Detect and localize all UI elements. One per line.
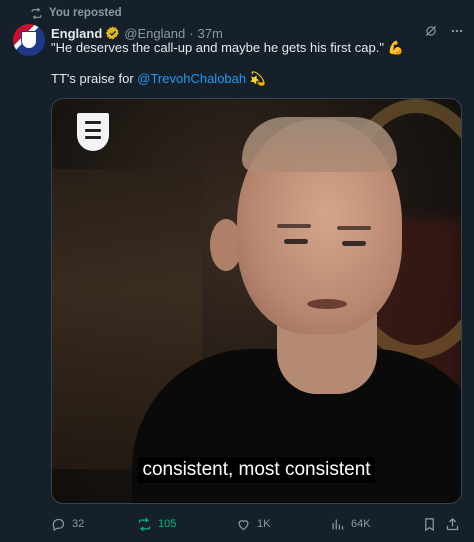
video-player[interactable]: consistent, most consistent (51, 98, 462, 504)
repost-button[interactable]: 105 (137, 517, 176, 532)
person-eye-right (342, 241, 366, 246)
person-brow-right (337, 226, 371, 230)
share-button[interactable] (445, 517, 460, 532)
tweet-card[interactable]: You reposted England @England · 37m "He … (0, 0, 474, 542)
person-brow-left (277, 224, 311, 228)
reply-count: 32 (72, 518, 85, 530)
reply-button[interactable]: 32 (51, 517, 84, 532)
lion-mark (85, 121, 101, 125)
more-options-icon[interactable] (450, 24, 464, 38)
person-eye-left (284, 239, 308, 244)
repost-banner-text: You reposted (49, 7, 122, 19)
heart-icon (238, 519, 249, 530)
repost-icon (138, 517, 151, 531)
repost-icon (31, 7, 42, 19)
avatar[interactable] (13, 24, 45, 56)
person-hair (242, 117, 397, 172)
bookmark-button[interactable] (422, 517, 437, 532)
grok-icon[interactable] (424, 24, 438, 38)
lion-mark (85, 135, 101, 139)
author-handle[interactable]: @England (124, 26, 185, 41)
views-button[interactable]: 64K (330, 517, 371, 532)
tweet-text-prefix: TT's praise for (51, 71, 138, 86)
bookmark-icon (425, 517, 434, 531)
england-crest-icon (77, 113, 109, 151)
reply-icon (52, 518, 65, 531)
tweet-text-suffix: 💫 (246, 71, 266, 86)
analytics-icon (332, 519, 344, 529)
repost-banner: You reposted (30, 5, 122, 21)
person-mouth (307, 299, 347, 309)
verified-badge-icon (106, 26, 120, 40)
like-button[interactable]: 1K (236, 517, 270, 532)
tweet-text-line-1: "He deserves the call-up and maybe he ge… (51, 40, 404, 55)
video-caption: consistent, most consistent (52, 457, 461, 483)
repost-count: 105 (158, 518, 177, 530)
view-count: 64K (351, 518, 371, 530)
england-crest-icon (21, 31, 37, 49)
share-icon (446, 517, 459, 530)
mention-link[interactable]: @TrevohChalobah (137, 71, 246, 86)
author-name[interactable]: England (51, 26, 102, 41)
timestamp-separator: · (189, 25, 194, 41)
tweet-text-line-2: TT's praise for @TrevohChalobah 💫 (51, 71, 266, 87)
like-count: 1K (257, 518, 271, 530)
engagement-bar: 32 105 1K 64K (51, 514, 462, 534)
timestamp[interactable]: 37m (198, 26, 223, 41)
lion-mark (85, 128, 101, 132)
video-caption-text: consistent, most consistent (138, 457, 375, 483)
